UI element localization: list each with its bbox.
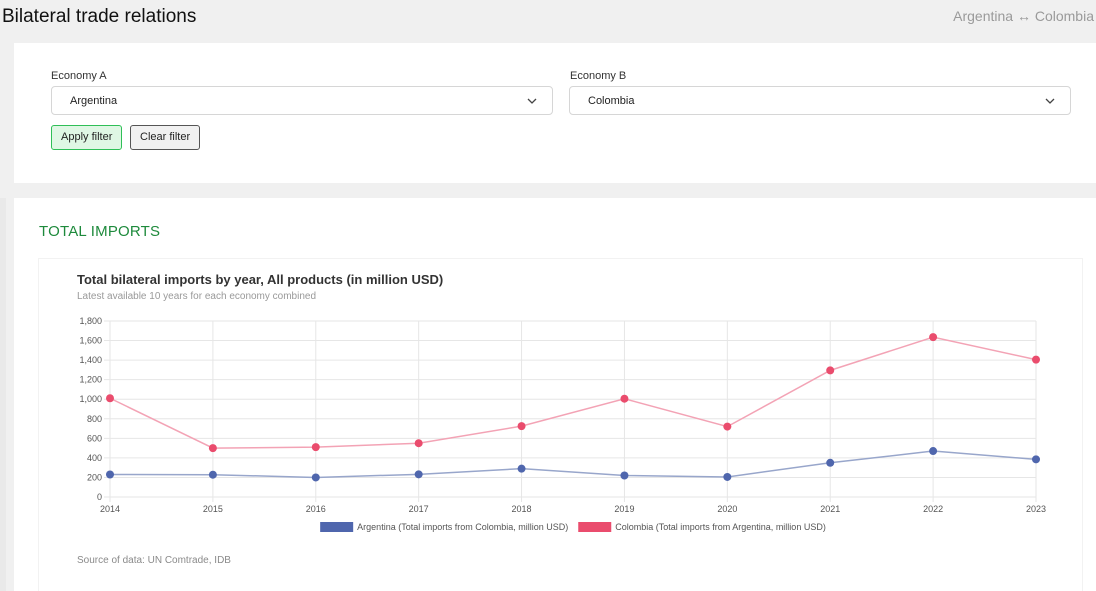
legend-swatch — [320, 522, 354, 532]
y-tick-label: 1,800 — [79, 316, 102, 326]
y-tick-label: 0 — [97, 492, 102, 502]
data-source-note: Source of data: UN Comtrade, IDB — [77, 555, 231, 566]
data-point — [517, 464, 526, 473]
y-tick-label: 1,000 — [79, 394, 102, 404]
section-title: TOTAL IMPORTS — [39, 223, 161, 240]
x-tick-label: 2022 — [923, 504, 943, 514]
x-tick-label: 2016 — [306, 504, 326, 514]
x-tick-label: 2017 — [409, 504, 429, 514]
clear-filter-button[interactable]: Clear filter — [130, 125, 201, 150]
y-tick-label: 1,400 — [79, 355, 102, 365]
legend-swatch — [578, 522, 612, 532]
x-tick-label: 2014 — [100, 504, 120, 514]
economy-b-value: Colombia — [588, 95, 635, 107]
y-tick-label: 1,200 — [79, 375, 102, 385]
left-edge — [0, 198, 6, 591]
x-tick-label: 2023 — [1026, 504, 1046, 514]
data-point — [414, 470, 423, 479]
x-tick-label: 2015 — [203, 504, 223, 514]
data-point — [723, 472, 732, 481]
economy-a-select[interactable]: Argentina — [51, 86, 553, 115]
data-point — [311, 443, 320, 452]
data-point — [414, 439, 423, 448]
economy-b-select[interactable]: Colombia — [569, 86, 1071, 115]
chevron-down-icon — [1045, 98, 1055, 104]
chart-subtitle: Latest available 10 years for each econo… — [77, 291, 316, 302]
data-point — [620, 394, 629, 403]
chart-container: Total bilateral imports by year, All pro… — [38, 258, 1083, 591]
data-point — [106, 470, 114, 479]
data-point — [929, 333, 938, 342]
economy-a-value: Argentina — [70, 95, 118, 107]
legend-label: Colombia (Total imports from Argentina, … — [615, 522, 826, 532]
legend-label: Argentina (Total imports from Colombia, … — [357, 522, 568, 532]
y-tick-label: 1,600 — [79, 336, 102, 346]
data-point — [1032, 455, 1040, 464]
breadcrumb: Argentina ↔ Colombia — [953, 8, 1094, 24]
y-tick-label: 200 — [87, 472, 102, 482]
data-point — [208, 470, 217, 479]
imports-panel: TOTAL IMPORTS Total bilateral imports by… — [14, 198, 1096, 591]
chevron-down-icon — [527, 98, 537, 104]
x-tick-label: 2018 — [512, 504, 532, 514]
page-title: Bilateral trade relations — [2, 6, 197, 27]
data-point — [106, 394, 114, 403]
apply-filter-button[interactable]: Apply filter — [51, 125, 123, 150]
data-point — [826, 458, 835, 467]
series-line-1 — [109, 450, 1037, 479]
line-chart: Total bilateral imports by year, All pro… — [77, 272, 1046, 532]
data-point — [1032, 355, 1040, 364]
data-point — [929, 447, 938, 456]
chart-title: Total bilateral imports by year, All pro… — [77, 272, 443, 287]
data-point — [826, 366, 835, 375]
series-line-2 — [109, 336, 1037, 449]
filter-panel: Economy A Argentina Economy B Colombia A… — [14, 43, 1096, 183]
y-tick-label: 400 — [87, 453, 102, 463]
economy-a-label: Economy A — [51, 70, 107, 82]
x-tick-label: 2019 — [614, 504, 634, 514]
y-tick-label: 800 — [87, 414, 102, 424]
economy-b-label: Economy B — [570, 70, 627, 82]
data-point — [517, 422, 526, 431]
data-point — [208, 444, 217, 453]
top-bar: Bilateral trade relations Argentina ↔ Co… — [0, 0, 1096, 34]
data-point — [723, 422, 732, 431]
x-tick-label: 2021 — [820, 504, 840, 514]
data-point — [311, 473, 320, 482]
data-point — [620, 471, 629, 480]
x-tick-label: 2020 — [717, 504, 737, 514]
y-tick-label: 600 — [87, 433, 102, 443]
